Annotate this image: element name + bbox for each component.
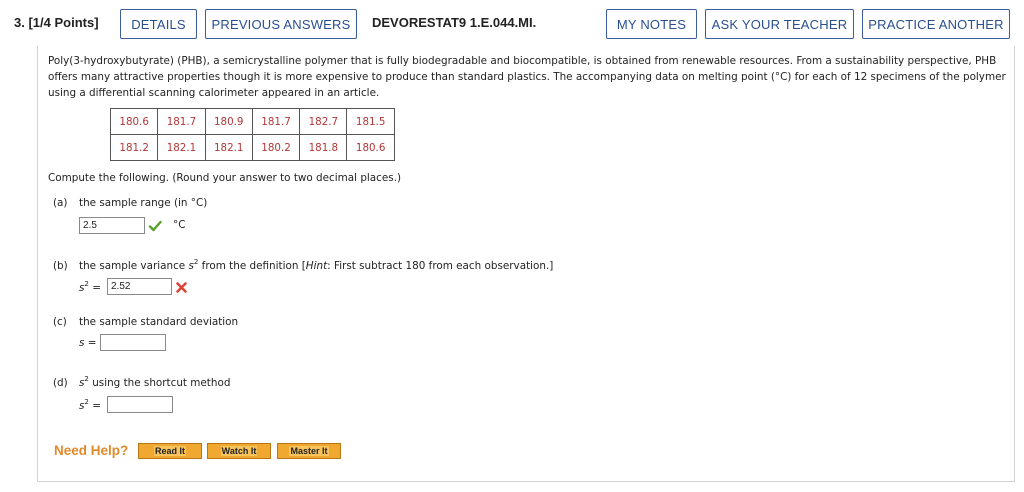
practice-another-button[interactable]: PRACTICE ANOTHER <box>862 9 1010 39</box>
question-points-label: 3. [1/4 Points] <box>14 15 99 30</box>
problem-line: using a differential scanning calorimete… <box>48 87 380 99</box>
master-it-label: Master It <box>289 446 329 456</box>
part-letter: (c) <box>53 316 67 328</box>
instructions-text: Compute the following. (Round your answe… <box>48 172 402 184</box>
watch-it-label: Watch It <box>220 446 258 456</box>
part-c-prompt: (c) the sample standard deviation <box>53 316 238 328</box>
master-it-button[interactable]: Master It <box>277 443 341 459</box>
table-cell: 181.8 <box>299 134 348 161</box>
problem-line: offers many attractive properties though… <box>48 71 1006 83</box>
table-cell: 182.7 <box>299 108 348 135</box>
question-id: DEVORESTAT9 1.E.044.MI. <box>372 15 537 30</box>
part-b-prompt: (b) the sample variance s2 from the defin… <box>53 258 553 272</box>
table-row: 181.2 182.1 182.1 180.2 181.8 180.6 <box>109 134 395 161</box>
need-help-label: Need Help? <box>54 443 129 458</box>
previous-answers-button[interactable]: PREVIOUS ANSWERS <box>205 9 357 39</box>
table-cell: 180.6 <box>346 134 395 161</box>
equals-sign: = <box>88 400 101 412</box>
answer-label: s2 = <box>79 398 101 412</box>
hint-text: : First subtract 180 from each observati… <box>327 260 554 272</box>
check-icon <box>148 220 162 232</box>
variance-answer-input[interactable]: 2.52 <box>107 278 172 295</box>
question-header: 3. [1/4 Points] DETAILS PREVIOUS ANSWERS… <box>0 0 1024 46</box>
answer-label: s2 = <box>79 280 101 294</box>
table-cell: 180.2 <box>251 134 301 161</box>
equals-sign: = <box>84 337 97 349</box>
unit-label: °C <box>173 219 186 231</box>
part-text: using the shortcut method <box>88 377 231 389</box>
read-it-label: Read It <box>153 446 186 456</box>
std-dev-answer-input[interactable] <box>100 334 166 351</box>
part-text: from the definition [ <box>198 260 306 272</box>
details-button[interactable]: DETAILS <box>120 9 197 39</box>
table-cell: 180.9 <box>204 108 253 135</box>
table-row: 180.6 181.7 180.9 181.7 182.7 181.5 <box>109 108 395 135</box>
part-text: the sample standard deviation <box>79 316 239 328</box>
equals-sign: = <box>88 282 101 294</box>
table-cell: 181.5 <box>346 108 395 135</box>
answer-label: s = <box>79 337 96 349</box>
part-letter: (d) <box>53 377 68 389</box>
read-it-button[interactable]: Read It <box>138 443 202 459</box>
part-d-prompt: (d) s2 using the shortcut method <box>53 375 230 389</box>
part-text: the sample variance <box>79 260 189 272</box>
ask-your-teacher-button[interactable]: ASK YOUR TEACHER <box>705 9 854 39</box>
table-cell: 181.7 <box>157 108 206 135</box>
table-cell: 182.1 <box>204 134 253 161</box>
problem-line: Poly(3-hydroxybutyrate) (PHB), a semicry… <box>48 55 997 67</box>
hint-label: Hint <box>305 260 328 272</box>
x-icon <box>176 282 187 293</box>
table-cell: 182.1 <box>157 134 206 161</box>
my-notes-button[interactable]: MY NOTES <box>606 9 697 39</box>
melting-point-table: 180.6 181.7 180.9 181.7 182.7 181.5 181.… <box>109 108 395 161</box>
part-text: the sample range (in °C) <box>79 197 208 209</box>
watch-it-button[interactable]: Watch It <box>207 443 271 459</box>
problem-statement: Poly(3-hydroxybutyrate) (PHB), a semicry… <box>48 53 1008 101</box>
range-answer-input[interactable]: 2.5 <box>79 217 145 234</box>
table-cell: 180.6 <box>109 108 159 135</box>
table-cell: 181.7 <box>251 108 301 135</box>
table-cell: 181.2 <box>109 134 159 161</box>
part-letter: (a) <box>53 197 68 209</box>
shortcut-variance-answer-input[interactable] <box>107 396 173 413</box>
part-a-prompt: (a) the sample range (in °C) <box>53 197 207 209</box>
part-letter: (b) <box>53 260 68 272</box>
